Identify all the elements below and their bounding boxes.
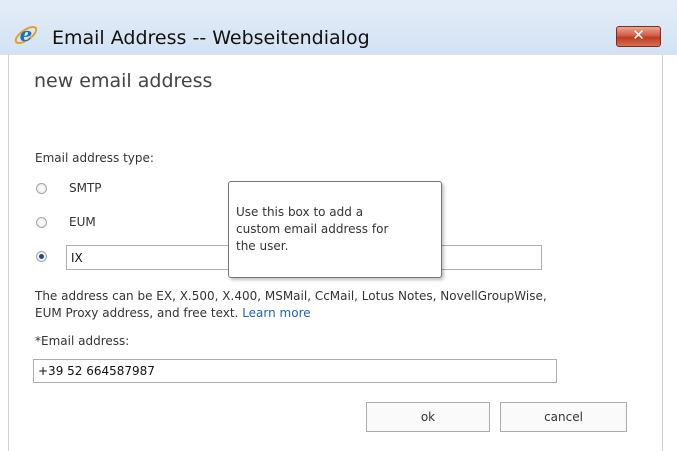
svg-text:e: e (20, 22, 33, 46)
cancel-button[interactable]: cancel (500, 402, 627, 432)
title-bar: e Email Address -- Webseitendialog ✕ (0, 0, 677, 55)
tooltip: Use this box to add a custom email addre… (228, 181, 442, 278)
email-address-input[interactable] (33, 359, 557, 383)
radio-eum[interactable] (36, 217, 47, 228)
radio-smtp[interactable] (36, 183, 47, 194)
help-text: The address can be EX, X.500, X.400, MSM… (35, 288, 555, 322)
page-title: new email address (34, 70, 213, 92)
close-button[interactable]: ✕ (616, 26, 661, 47)
dialog-window: e Email Address -- Webseitendialog ✕ new… (0, 0, 677, 451)
email-address-label: *Email address: (35, 334, 130, 348)
internet-explorer-icon: e (13, 22, 39, 48)
radio-custom[interactable] (36, 251, 47, 262)
radio-smtp-label: SMTP (69, 181, 102, 195)
address-type-label: Email address type: (35, 151, 154, 165)
close-icon: ✕ (632, 26, 645, 44)
learn-more-link[interactable]: Learn more (242, 306, 310, 320)
window-title: Email Address -- Webseitendialog (52, 27, 370, 49)
ok-button[interactable]: ok (366, 402, 490, 432)
tooltip-text: Use this box to add a custom email addre… (236, 205, 389, 253)
radio-eum-label: EUM (69, 215, 96, 229)
